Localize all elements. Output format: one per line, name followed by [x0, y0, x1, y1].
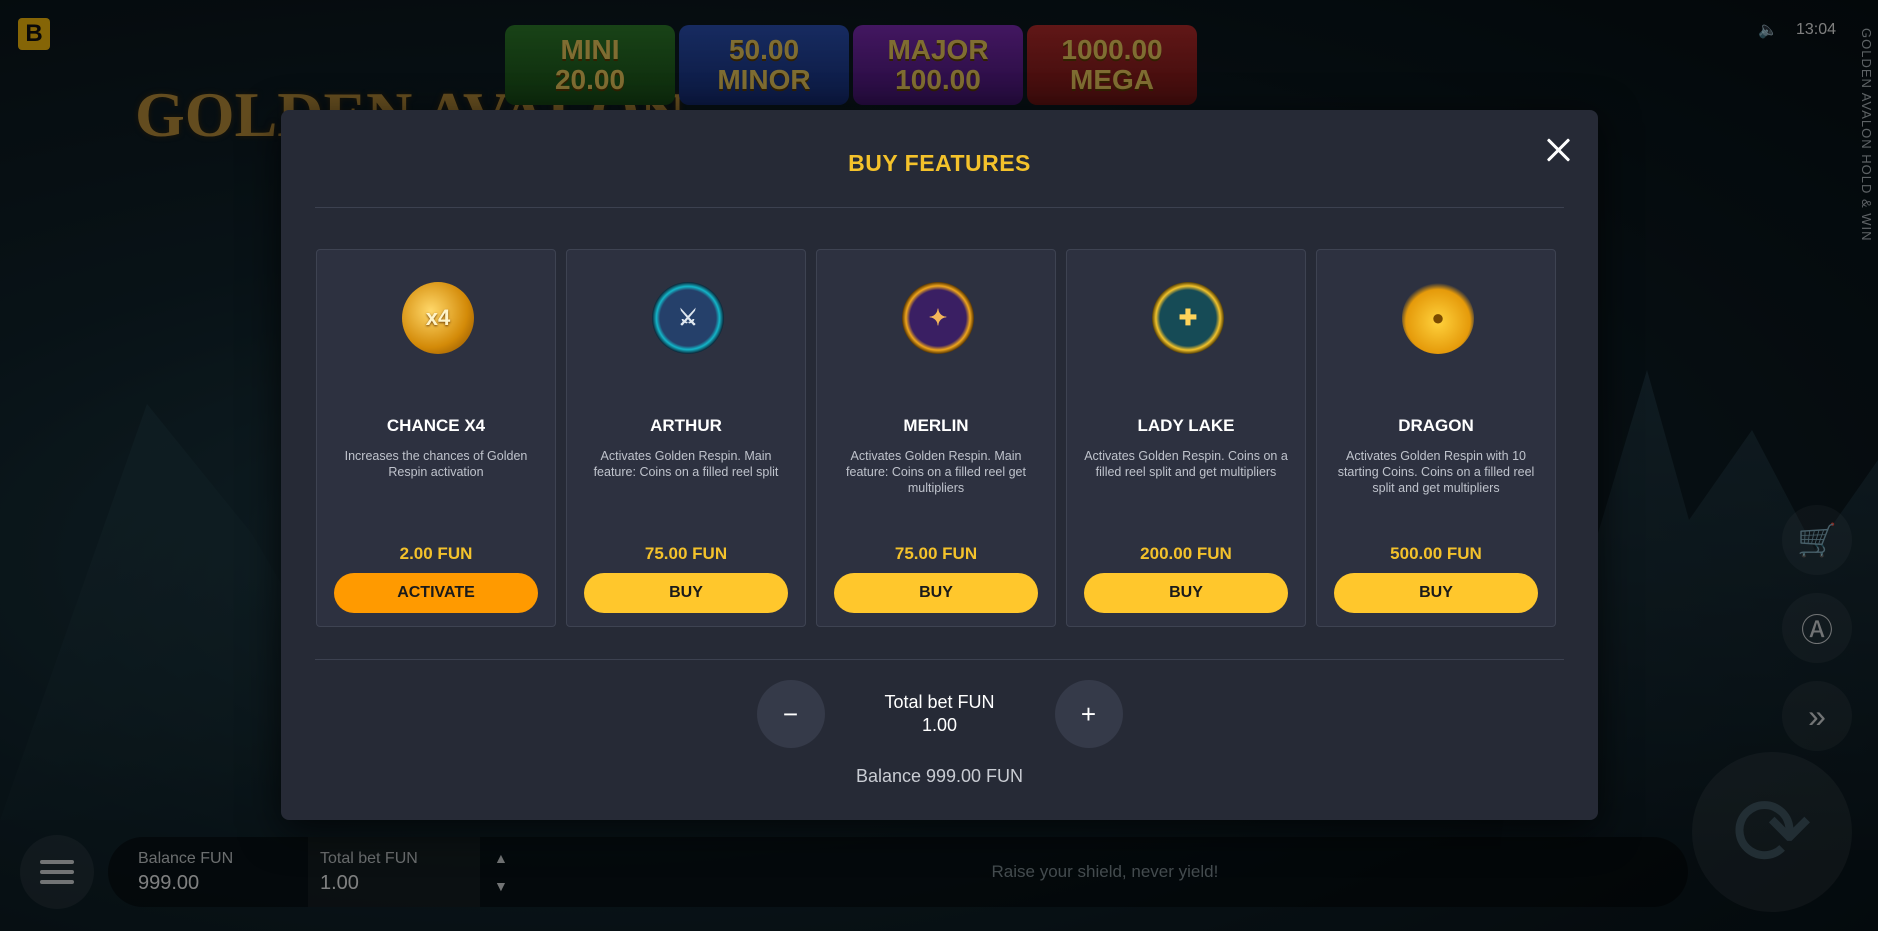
feature-price: 200.00 FUN	[1140, 544, 1232, 563]
chance-x4-icon: x4	[402, 282, 474, 354]
feature-card-chance-x4: x4 CHANCE X4 Increases the chances of Go…	[316, 249, 556, 627]
feature-description: Activates Golden Respin with 10 starting…	[1337, 449, 1535, 495]
staff-icon: ✦	[902, 282, 974, 354]
feature-name: ARTHUR	[650, 416, 722, 435]
feature-name: DRAGON	[1398, 416, 1474, 435]
feature-description: Increases the chances of Golden Respin a…	[344, 449, 528, 479]
divider	[315, 207, 1564, 208]
modal-balance: Balance 999.00 FUN	[855, 766, 1024, 786]
feature-description: Activates Golden Respin. Main feature: C…	[593, 449, 779, 479]
feature-name: CHANCE X4	[386, 416, 486, 435]
feature-card-arthur: ⚔ ARTHUR Activates Golden Respin. Main f…	[566, 249, 806, 627]
modal-title: BUY FEATURES	[848, 150, 1031, 176]
increase-bet-button[interactable]: +	[1054, 680, 1123, 748]
buy-button[interactable]: BUY	[1334, 573, 1538, 613]
activate-button[interactable]: ACTIVATE	[334, 573, 538, 613]
buy-button[interactable]: BUY	[1084, 573, 1288, 613]
buy-features-modal: BUY FEATURES x4 CHANCE X4 Increases the …	[281, 110, 1598, 820]
close-icon[interactable]	[1540, 132, 1576, 168]
feature-card-lady-lake: ✚ LADY LAKE Activates Golden Respin. Coi…	[1066, 249, 1306, 627]
feature-description: Activates Golden Respin. Coins on a fill…	[1084, 449, 1288, 479]
total-bet-label: Total bet FUN	[884, 692, 995, 712]
bet-selector: − Total bet FUN 1.00 +	[281, 680, 1598, 748]
buy-button[interactable]: BUY	[834, 573, 1038, 613]
sword-icon: ⚔	[652, 282, 724, 354]
feature-price: 75.00 FUN	[644, 544, 728, 563]
buy-button[interactable]: BUY	[584, 573, 788, 613]
total-bet-info: Total bet FUN 1.00	[825, 692, 1055, 736]
sword-staff-icon: ✚	[1152, 282, 1224, 354]
total-bet-value: 1.00	[921, 715, 958, 735]
feature-name: LADY LAKE	[1137, 416, 1235, 435]
feature-cards: x4 CHANCE X4 Increases the chances of Go…	[316, 249, 1556, 627]
feature-card-merlin: ✦ MERLIN Activates Golden Respin. Main f…	[816, 249, 1056, 627]
feature-card-dragon: ● DRAGON Activates Golden Respin with 10…	[1316, 249, 1556, 627]
feature-price: 2.00 FUN	[399, 544, 473, 563]
gold-coins-icon: ●	[1402, 282, 1474, 354]
feature-price: 500.00 FUN	[1390, 544, 1482, 563]
feature-description: Activates Golden Respin. Main feature: C…	[846, 449, 1026, 495]
divider	[315, 659, 1564, 660]
feature-price: 75.00 FUN	[894, 544, 978, 563]
feature-name: MERLIN	[903, 416, 969, 435]
decrease-bet-button[interactable]: −	[756, 680, 825, 748]
